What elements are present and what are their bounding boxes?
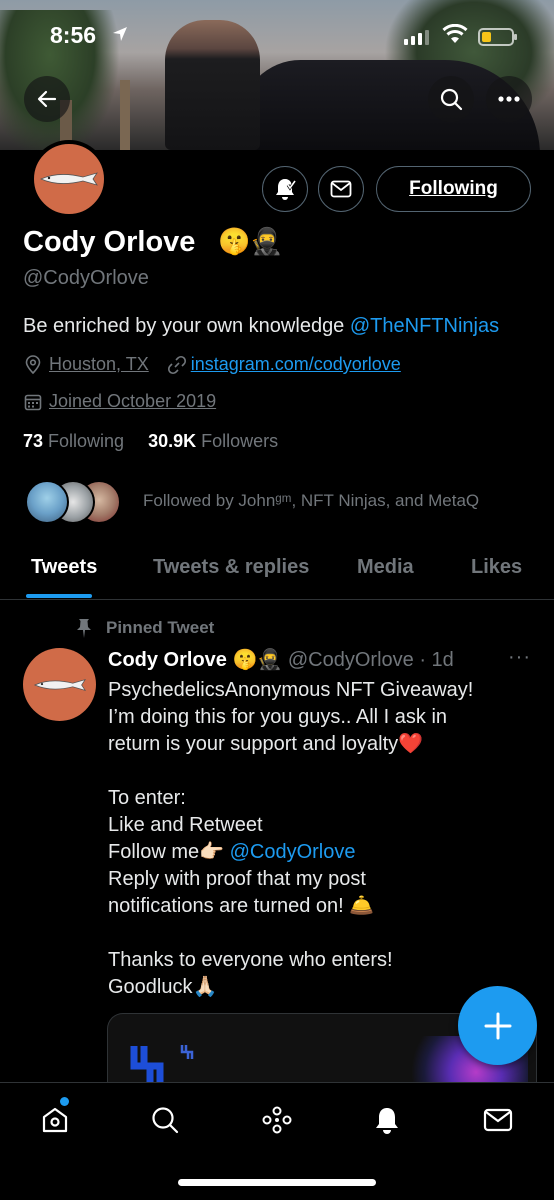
compose-tweet-button[interactable] [458, 986, 537, 1065]
battery-icon [478, 28, 517, 46]
card-logo-small-icon [180, 1045, 194, 1059]
home-icon [42, 1107, 68, 1133]
wifi-icon [442, 24, 468, 43]
profile-website-link[interactable]: instagram.com/codyorlove [191, 354, 401, 375]
status-time: 8:56 [50, 22, 97, 48]
tweet-more-icon[interactable]: ··· [508, 646, 531, 669]
tweet-header: Cody Orlove 🤫🥷 @CodyOrlove · 1d [108, 647, 454, 672]
home-indicator[interactable] [178, 1179, 376, 1186]
following-stat[interactable]: 73 Following [23, 431, 124, 451]
tweet-line: Like and Retweet [108, 814, 263, 836]
tweet-line: return is your support and loyalty❤️ [108, 733, 424, 755]
tweet-line-follow: Follow me👉🏻 @CodyOrlove [108, 839, 538, 866]
tab-tweets-replies[interactable]: Tweets & replies [153, 556, 309, 579]
profile-joined-date: Joined October 2019 [49, 391, 217, 411]
messages-icon [483, 1108, 513, 1132]
mail-icon [330, 180, 352, 198]
fish-icon [33, 678, 86, 691]
back-arrow-icon [37, 90, 57, 108]
following-label: Following [43, 431, 125, 451]
tweet-line: Reply with proof that my post [108, 868, 366, 890]
unread-dot [60, 1097, 69, 1106]
profile-joined-row: Joined October 2019 [23, 391, 216, 412]
notification-bell-icon [276, 179, 296, 200]
tweet-handle-time: @CodyOrlove · 1d [287, 649, 454, 671]
profile-name: Cody Orlove [23, 226, 196, 258]
nav-explore[interactable] [148, 1103, 182, 1137]
calendar-icon [24, 394, 42, 410]
location-icon [25, 354, 41, 374]
explore-search-icon [152, 1107, 179, 1134]
followers-stat[interactable]: 30.9K Followers [148, 431, 278, 451]
signal-icon [404, 30, 429, 45]
following-count: 73 [23, 431, 44, 451]
tweet-author-avatar[interactable] [23, 648, 96, 721]
banner-trunk [120, 80, 130, 150]
pin-icon [77, 619, 91, 638]
profile-avatar[interactable] [30, 140, 108, 218]
more-icon [498, 96, 520, 102]
fish-icon [40, 172, 98, 186]
search-button[interactable] [428, 76, 474, 122]
nav-messages[interactable] [481, 1103, 515, 1137]
notifications-icon [376, 1108, 398, 1134]
tweet-line: I’m doing this for you guys.. All I ask … [108, 706, 448, 728]
spaces-icon [262, 1106, 292, 1134]
follower-avatar [25, 480, 69, 524]
nav-notifications[interactable] [370, 1103, 404, 1137]
tweet-line: Thanks to everyone who enters! [108, 949, 393, 971]
profile-handle: @CodyOrlove [23, 267, 149, 289]
followed-by-row[interactable]: Followed by Johnᵍᵐ, NFT Ninjas, and Meta… [25, 479, 479, 525]
tab-tweets[interactable]: Tweets [31, 556, 97, 579]
tweet-body: PsychedelicsAnonymous NFT Giveaway! I’m … [108, 677, 538, 1001]
following-button[interactable]: Following [376, 166, 531, 212]
tweet-author-name[interactable]: Cody Orlove [108, 649, 227, 671]
more-button[interactable] [486, 76, 532, 122]
profile-meta-row: Houston, TX instagram.com/codyorlove [23, 354, 401, 375]
message-button[interactable] [318, 166, 364, 212]
tweet-line: notifications are turned on! 🛎️ [108, 895, 375, 917]
tab-likes[interactable]: Likes [471, 556, 522, 579]
location-arrow-icon [113, 27, 127, 41]
profile-bio: Be enriched by your own knowledge @TheNF… [23, 315, 499, 338]
followed-by-text: Followed by Johnᵍᵐ, NFT Ninjas, and Meta… [143, 491, 480, 510]
nav-spaces[interactable] [260, 1103, 294, 1137]
followers-count: 30.9K [148, 431, 197, 451]
tweet-author-emoji: 🤫🥷 [232, 649, 283, 671]
pinned-tweet-text: Pinned Tweet [106, 618, 215, 637]
status-bar: 8:56 [0, 0, 554, 70]
profile-tabs: Tweets Tweets & replies Media Likes [0, 545, 554, 600]
pinned-tweet-label: Pinned Tweet [74, 617, 214, 639]
tweet-mention-link[interactable]: @CodyOrlove [230, 841, 356, 863]
notifications-toggle-button[interactable] [262, 166, 308, 212]
link-icon [167, 355, 186, 374]
tweet-line: Follow me👉🏻 [108, 841, 230, 863]
nav-home[interactable] [38, 1103, 72, 1137]
tweet-line: To enter: [108, 787, 186, 809]
search-icon [440, 88, 463, 111]
profile-stats: 73 Following 30.9K Followers [23, 431, 278, 452]
followers-label: Followers [196, 431, 279, 451]
back-button[interactable] [24, 76, 70, 122]
tab-media[interactable]: Media [357, 556, 414, 579]
bio-mention-link[interactable]: @TheNFTNinjas [350, 315, 499, 337]
tweet-line: PsychedelicsAnonymous NFT Giveaway! [108, 679, 474, 701]
active-tab-indicator [26, 594, 92, 598]
compose-plus-icon [484, 1012, 511, 1039]
profile-location: Houston, TX [49, 354, 149, 374]
bio-text: Be enriched by your own knowledge [23, 315, 350, 337]
bottom-navigation [0, 1082, 554, 1200]
profile-name-emoji: 🤫🥷 [218, 226, 283, 256]
